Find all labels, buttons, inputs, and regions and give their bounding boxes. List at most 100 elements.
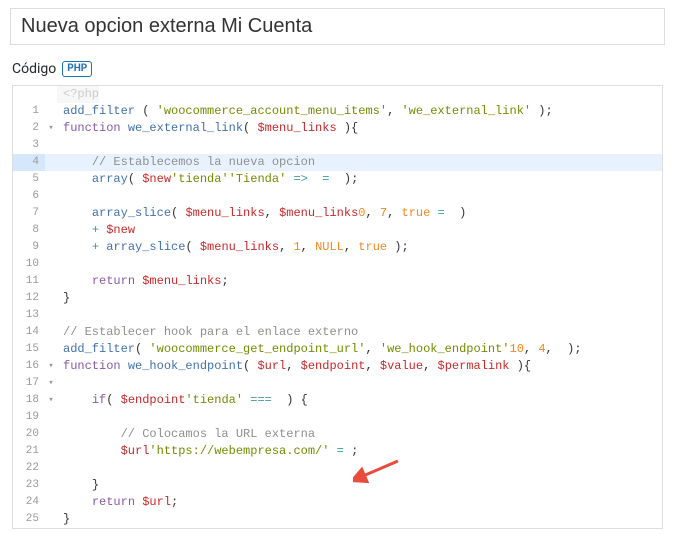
code-content: array_slice( $menu_links, $menu_links0, … xyxy=(57,205,466,222)
fold-marker-icon xyxy=(45,222,57,239)
code-line[interactable]: 9 + array_slice( $menu_links, 1, NULL, t… xyxy=(13,239,662,256)
code-content: } xyxy=(57,477,99,494)
code-line[interactable]: 8 + $new xyxy=(13,222,662,239)
fold-marker-icon[interactable]: ▾ xyxy=(45,392,57,409)
code-line[interactable]: 5 array( $new'tienda''Tienda' => = ); xyxy=(13,171,662,188)
code-line[interactable]: 21 $url'https://webempresa.com/' = ; xyxy=(13,443,662,460)
fold-marker-icon xyxy=(45,409,57,426)
line-number: 2 xyxy=(13,120,45,137)
fold-marker-icon xyxy=(45,256,57,273)
fold-marker-icon xyxy=(45,511,57,528)
line-number: 15 xyxy=(13,341,45,358)
code-line[interactable]: 20 // Colocamos la URL externa xyxy=(13,426,662,443)
line-number: 9 xyxy=(13,239,45,256)
code-content: return $menu_links; xyxy=(57,273,229,290)
code-line[interactable]: 23 } xyxy=(13,477,662,494)
code-content: array( $new'tienda''Tienda' => = ); xyxy=(57,171,358,188)
php-open-tag: <?php xyxy=(57,86,99,103)
fold-marker-icon xyxy=(45,324,57,341)
code-line[interactable]: 12} xyxy=(13,290,662,307)
line-number: 18 xyxy=(13,392,45,409)
line-number: 21 xyxy=(13,443,45,460)
code-line[interactable]: 19 xyxy=(13,409,662,426)
line-number: 14 xyxy=(13,324,45,341)
code-line[interactable]: 10 xyxy=(13,256,662,273)
code-content xyxy=(57,409,63,426)
fold-marker-icon xyxy=(45,137,57,154)
code-line[interactable]: 1add_filter ( 'woocommerce_account_menu_… xyxy=(13,103,662,120)
code-line[interactable]: 16▾function we_hook_endpoint( $url, $end… xyxy=(13,358,662,375)
code-editor[interactable]: <?php 1add_filter ( 'woocommerce_account… xyxy=(12,85,663,529)
code-line[interactable]: 14 // Establecer hook para el enlace exte… xyxy=(13,324,662,341)
code-content: add_filter( 'woocommerce_get_endpoint_ur… xyxy=(57,341,582,358)
code-line[interactable]: 7 array_slice( $menu_links, $menu_links0… xyxy=(13,205,662,222)
fold-marker-icon xyxy=(45,477,57,494)
code-content: function we_external_link( $menu_links )… xyxy=(57,120,358,137)
fold-marker-icon[interactable]: ▾ xyxy=(45,375,57,392)
code-content xyxy=(57,307,63,324)
code-content: + array_slice( $menu_links, 1, NULL, tru… xyxy=(57,239,409,256)
line-number: 5 xyxy=(13,171,45,188)
line-number: 7 xyxy=(13,205,45,222)
line-number: 6 xyxy=(13,188,45,205)
code-section-header: Código PHP xyxy=(0,57,675,85)
code-content: } xyxy=(57,511,70,528)
fold-marker-icon xyxy=(45,154,57,171)
code-content xyxy=(57,188,63,205)
line-number: 24 xyxy=(13,494,45,511)
code-line[interactable]: 22 xyxy=(13,460,662,477)
line-number: 22 xyxy=(13,460,45,477)
code-line[interactable]: 15 add_filter( 'woocommerce_get_endpoint_… xyxy=(13,341,662,358)
code-content: // Colocamos la URL externa xyxy=(57,426,315,443)
fold-marker-icon xyxy=(45,443,57,460)
code-content: return $url; xyxy=(57,494,178,511)
code-content: } xyxy=(57,290,70,307)
line-number: 16 xyxy=(13,358,45,375)
snippet-title-input[interactable] xyxy=(10,8,665,45)
code-line[interactable]: 4 // Establecemos la nueva opcion xyxy=(13,154,662,171)
code-line[interactable]: 18▾ if( $endpoint'tienda' === ) { xyxy=(13,392,662,409)
fold-marker-icon xyxy=(45,307,57,324)
code-section-label: Código xyxy=(12,61,56,77)
fold-marker-icon[interactable]: ▾ xyxy=(45,120,57,137)
line-number: 17 xyxy=(13,375,45,392)
code-line[interactable]: 13 xyxy=(13,307,662,324)
code-line[interactable]: 6 xyxy=(13,188,662,205)
code-content: add_filter ( 'woocommerce_account_menu_i… xyxy=(57,103,553,120)
line-number: 4 xyxy=(13,154,45,171)
code-content: // Establecemos la nueva opcion xyxy=(57,154,315,171)
fold-marker-icon xyxy=(45,426,57,443)
line-number: 8 xyxy=(13,222,45,239)
code-content xyxy=(57,256,63,273)
code-content: if( $endpoint'tienda' === ) { xyxy=(57,392,308,409)
code-line[interactable]: 3 xyxy=(13,137,662,154)
code-line[interactable]: 11 return $menu_links; xyxy=(13,273,662,290)
code-content: $url'https://webempresa.com/' = ; xyxy=(57,443,358,460)
fold-marker-icon xyxy=(45,171,57,188)
code-content xyxy=(57,137,63,154)
line-number: 25 xyxy=(13,511,45,528)
line-number: 10 xyxy=(13,256,45,273)
fold-marker-icon xyxy=(45,239,57,256)
code-content xyxy=(57,375,63,392)
line-number: 11 xyxy=(13,273,45,290)
code-line[interactable]: 2▾function we_external_link( $menu_links… xyxy=(13,120,662,137)
line-number: 23 xyxy=(13,477,45,494)
php-badge: PHP xyxy=(62,61,92,77)
fold-marker-icon[interactable]: ▾ xyxy=(45,358,57,375)
fold-marker-icon xyxy=(45,103,57,120)
line-number: 3 xyxy=(13,137,45,154)
code-line[interactable]: 24 return $url; xyxy=(13,494,662,511)
line-number: 13 xyxy=(13,307,45,324)
fold-marker-icon xyxy=(45,205,57,222)
line-number: 20 xyxy=(13,426,45,443)
code-content: function we_hook_endpoint( $url, $endpoi… xyxy=(57,358,531,375)
fold-marker-icon xyxy=(45,290,57,307)
code-line[interactable]: 17▾ xyxy=(13,375,662,392)
php-open-line: <?php xyxy=(13,86,662,103)
code-content: // Establecer hook para el enlace extern… xyxy=(57,324,358,341)
code-content: + $new xyxy=(57,222,135,239)
code-content xyxy=(57,460,63,477)
fold-marker-icon xyxy=(45,460,57,477)
code-line[interactable]: 25} xyxy=(13,511,662,528)
